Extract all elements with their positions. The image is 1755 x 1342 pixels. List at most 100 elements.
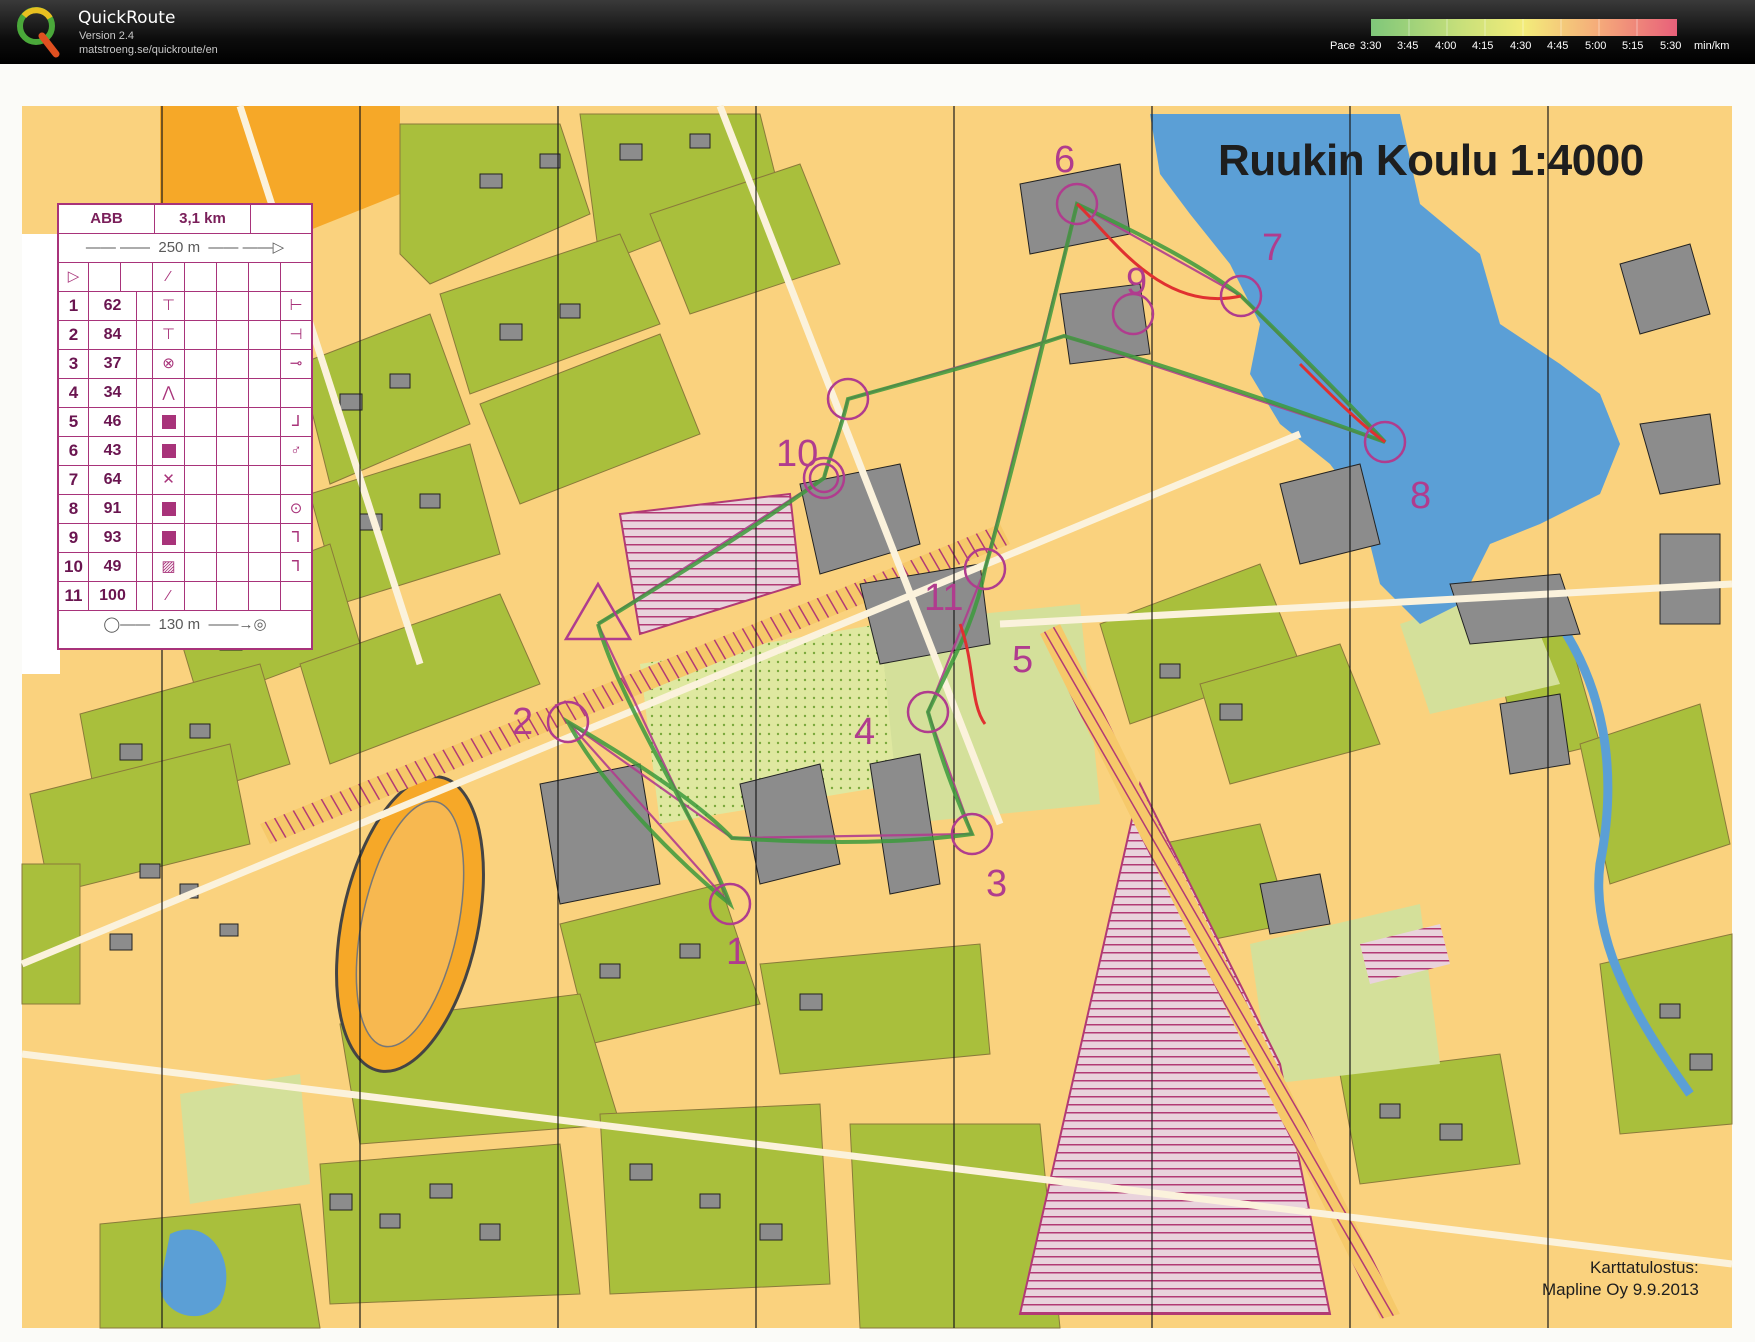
control-code: 100 bbox=[89, 582, 137, 610]
cdesc-header-row: ABB 3,1 km bbox=[59, 205, 311, 234]
finish-distance: 130 m bbox=[158, 616, 201, 633]
quickroute-logo-icon bbox=[17, 7, 60, 58]
control-code: 37 bbox=[89, 350, 137, 378]
cdesc-control-row: 9 93 ⅂ bbox=[59, 524, 311, 553]
cdesc-control-row: 4 34 ⋀ bbox=[59, 379, 311, 408]
pace-color-scale bbox=[1371, 19, 1677, 36]
app-version: Version 2.4 bbox=[79, 30, 135, 42]
feature-symbol-icon: ⊤ bbox=[153, 292, 185, 320]
location-symbol-icon bbox=[281, 379, 311, 407]
location-symbol-icon bbox=[281, 466, 311, 494]
cdesc-control-row: 2 84 ⊤ ⊣ bbox=[59, 321, 311, 350]
white-forest bbox=[22, 234, 60, 674]
control-number: 9 bbox=[1126, 261, 1147, 303]
feature-symbol-icon: ⁄ bbox=[153, 582, 185, 610]
control-number: 1 bbox=[726, 931, 747, 973]
location-symbol-icon: ⅂ bbox=[291, 558, 301, 575]
control-seq: 3 bbox=[59, 350, 89, 378]
path-symbol-icon: ⁄ bbox=[153, 263, 185, 291]
finish-icon: ——→◎ bbox=[200, 616, 267, 633]
cdesc-control-row: 11 100 ⁄ bbox=[59, 582, 311, 611]
start-distance: 250 m bbox=[158, 239, 201, 256]
start-symbol-icon: ▷ bbox=[59, 263, 89, 291]
pace-tick: 5:00 bbox=[1585, 40, 1607, 52]
cdesc-start-distance-row: —— —— 250 m —— ——▷ bbox=[59, 234, 311, 263]
control-seq: 8 bbox=[59, 495, 89, 523]
control-code: 43 bbox=[89, 437, 137, 465]
pace-tick: 3:45 bbox=[1397, 40, 1419, 52]
control-seq: 6 bbox=[59, 437, 89, 465]
pace-tick: 4:00 bbox=[1435, 40, 1457, 52]
pace-tick: 5:30 bbox=[1660, 40, 1682, 52]
cdesc-control-row: 8 91 ⊙ bbox=[59, 495, 311, 524]
app-url[interactable]: matstroeng.se/quickroute/en bbox=[79, 44, 218, 56]
control-seq: 5 bbox=[59, 408, 89, 436]
finish-start-icon: ◯—— bbox=[103, 616, 159, 633]
control-seq: 10 bbox=[59, 553, 89, 581]
pace-tick: 4:30 bbox=[1510, 40, 1532, 52]
location-symbol-icon: ⊣ bbox=[289, 326, 303, 343]
location-symbol-icon: ⅂ bbox=[291, 529, 301, 546]
control-number: 4 bbox=[854, 711, 875, 753]
control-code: 46 bbox=[89, 408, 137, 436]
location-symbol-icon: ⊙ bbox=[289, 500, 303, 517]
cdesc-control-row: 3 37 ⊗ ⊸ bbox=[59, 350, 311, 379]
cdesc-finish-row: ◯—— 130 m ——→◎ bbox=[59, 611, 311, 640]
pace-tick: 4:15 bbox=[1472, 40, 1494, 52]
control-code: 84 bbox=[89, 321, 137, 349]
control-number: 3 bbox=[986, 863, 1007, 905]
control-seq: 7 bbox=[59, 466, 89, 494]
location-symbol-icon: ⊢ bbox=[289, 297, 303, 314]
control-seq: 1 bbox=[59, 292, 89, 320]
feature-symbol-icon: ⋀ bbox=[153, 379, 185, 407]
control-code: 64 bbox=[89, 466, 137, 494]
feature-symbol-icon: ✕ bbox=[153, 466, 185, 494]
control-number: 6 bbox=[1054, 139, 1075, 181]
control-code: 93 bbox=[89, 524, 137, 552]
cdesc-control-row: 7 64 ✕ bbox=[59, 466, 311, 495]
cdesc-control-row: 5 46 ⅃ bbox=[59, 408, 311, 437]
map-title: Ruukin Koulu 1:4000 bbox=[1218, 136, 1644, 185]
location-symbol-icon: ⅃ bbox=[291, 413, 301, 430]
control-number: 5 bbox=[1012, 639, 1033, 681]
control-seq: 2 bbox=[59, 321, 89, 349]
control-seq: 4 bbox=[59, 379, 89, 407]
control-number: 11 bbox=[924, 577, 963, 619]
pace-tick: 3:30 bbox=[1360, 40, 1382, 52]
pace-unit: min/km bbox=[1694, 40, 1730, 52]
cdesc-start-row: ▷ ⁄ bbox=[59, 263, 311, 292]
app-header: QuickRoute Version 2.4 matstroeng.se/qui… bbox=[0, 0, 1755, 64]
feature-symbol-icon bbox=[153, 408, 185, 436]
control-code: 49 bbox=[89, 553, 137, 581]
location-symbol-icon: ♂ bbox=[290, 442, 302, 459]
feature-symbol-icon bbox=[153, 524, 185, 552]
cdesc-control-row: 6 43 ♂ bbox=[59, 437, 311, 466]
control-number: 7 bbox=[1262, 227, 1283, 269]
feature-symbol-icon: ⊗ bbox=[153, 350, 185, 378]
control-number: 10 bbox=[776, 433, 818, 475]
control-seq: 11 bbox=[59, 582, 89, 610]
feature-symbol-icon bbox=[153, 437, 185, 465]
control-code: 62 bbox=[89, 292, 137, 320]
cdesc-control-row: 1 62 ⊤ ⊢ bbox=[59, 292, 311, 321]
pace-prefix: Pace bbox=[1330, 40, 1356, 52]
control-descriptions: ABB 3,1 km —— —— 250 m —— ——▷ ▷ ⁄ 1 62 ⊤ ⊢ 2… bbox=[57, 203, 313, 650]
control-seq: 9 bbox=[59, 524, 89, 552]
control-code: 91 bbox=[89, 495, 137, 523]
app-name: QuickRoute bbox=[78, 8, 176, 28]
course-class: ABB bbox=[59, 205, 155, 233]
pace-tick: 4:45 bbox=[1547, 40, 1569, 52]
feature-symbol-icon bbox=[153, 495, 185, 523]
control-code: 34 bbox=[89, 379, 137, 407]
map-credit-line1: Karttatulostus: bbox=[1590, 1258, 1699, 1277]
control-number: 8 bbox=[1410, 475, 1431, 517]
control-number: 2 bbox=[512, 701, 533, 743]
feature-symbol-icon: ⊤ bbox=[153, 321, 185, 349]
feature-symbol-icon: ▨ bbox=[153, 553, 185, 581]
location-symbol-icon: ⊸ bbox=[289, 355, 303, 372]
map-credit-line2: Mapline Oy 9.9.2013 bbox=[1542, 1280, 1699, 1299]
course-length: 3,1 km bbox=[155, 205, 251, 233]
pace-tick: 5:15 bbox=[1622, 40, 1644, 52]
location-symbol-icon bbox=[281, 582, 311, 610]
cdesc-control-row: 10 49 ▨ ⅂ bbox=[59, 553, 311, 582]
